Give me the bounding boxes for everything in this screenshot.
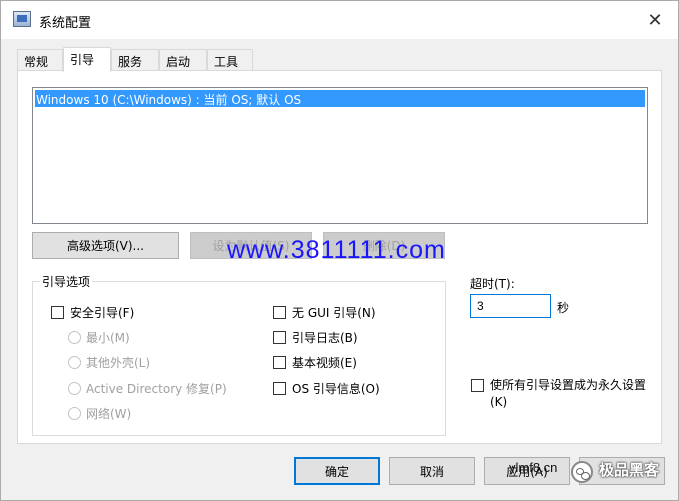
ok-button[interactable]: 确定 xyxy=(294,457,380,485)
advanced-options-button[interactable]: 高级选项(V)... xyxy=(32,232,179,259)
base-video-checkbox[interactable]: 基本视频(E) xyxy=(273,354,357,371)
ad-repair-label: Active Directory 修复(P) xyxy=(86,382,227,396)
os-boot-info-checkbox[interactable]: OS 引导信息(O) xyxy=(273,380,380,397)
boot-log-checkbox[interactable]: 引导日志(B) xyxy=(273,329,358,346)
checkbox-box xyxy=(51,306,64,319)
timeout-label: 超时(T): xyxy=(470,277,515,291)
os-list-item[interactable]: Windows 10 (C:\Windows) : 当前 OS; 默认 OS xyxy=(35,90,645,107)
base-video-label: 基本视频(E) xyxy=(292,356,357,370)
checkbox-box xyxy=(273,306,286,319)
boot-options-title: 引导选项 xyxy=(40,273,93,290)
safe-boot-label: 安全引导(F) xyxy=(70,306,135,320)
alternate-shell-label: 其他外壳(L) xyxy=(86,356,151,370)
network-label: 网络(W) xyxy=(86,407,132,421)
checkbox-box xyxy=(273,356,286,369)
ad-repair-radio[interactable]: Active Directory 修复(P) xyxy=(68,380,227,397)
safe-boot-checkbox[interactable]: 安全引导(F) xyxy=(51,304,134,321)
radio-circle xyxy=(68,382,81,395)
radio-circle xyxy=(68,331,81,344)
radio-circle xyxy=(68,356,81,369)
minimal-label: 最小(M) xyxy=(86,331,130,345)
make-permanent-label: 使所有引导设置成为永久设置(K) xyxy=(490,378,647,409)
tab-tools[interactable]: 工具 xyxy=(207,49,253,71)
timeout-input[interactable] xyxy=(470,294,551,318)
checkbox-box xyxy=(471,379,484,392)
watermark-text: www.3811111.com xyxy=(227,236,446,264)
wechat-icon xyxy=(571,461,593,483)
msconfig-icon xyxy=(13,11,31,27)
system-config-window: 系统配置 ✕ 常规 引导 服务 启动 工具 Windows 10 (C:\Win… xyxy=(0,0,679,501)
timeout-unit: 秒 xyxy=(557,301,570,315)
tab-boot[interactable]: 引导 xyxy=(63,47,111,72)
os-boot-info-label: OS 引导信息(O) xyxy=(292,382,380,396)
radio-circle xyxy=(68,407,81,420)
close-button[interactable]: ✕ xyxy=(632,1,678,39)
tab-services[interactable]: 服务 xyxy=(111,49,159,71)
minimal-radio[interactable]: 最小(M) xyxy=(68,329,130,346)
tab-general[interactable]: 常规 xyxy=(17,49,63,71)
cancel-button[interactable]: 取消 xyxy=(389,457,475,485)
no-gui-boot-checkbox[interactable]: 无 GUI 引导(N) xyxy=(273,304,376,321)
os-list[interactable]: Windows 10 (C:\Windows) : 当前 OS; 默认 OS xyxy=(32,87,648,224)
bottom-watermark: ylmf8.cn xyxy=(509,460,558,475)
no-gui-boot-label: 无 GUI 引导(N) xyxy=(292,306,376,320)
brand-watermark: 极品黑客 xyxy=(599,461,660,479)
close-icon: ✕ xyxy=(647,9,663,31)
title-bar: 系统配置 ✕ xyxy=(1,1,678,39)
boot-log-label: 引导日志(B) xyxy=(292,331,358,345)
make-permanent-checkbox[interactable]: 使所有引导设置成为永久设置(K) xyxy=(471,377,656,411)
alternate-shell-radio[interactable]: 其他外壳(L) xyxy=(68,354,150,371)
checkbox-box xyxy=(273,331,286,344)
network-radio[interactable]: 网络(W) xyxy=(68,405,131,422)
tab-startup[interactable]: 启动 xyxy=(159,49,207,71)
checkbox-box xyxy=(273,382,286,395)
window-title: 系统配置 xyxy=(39,16,92,31)
